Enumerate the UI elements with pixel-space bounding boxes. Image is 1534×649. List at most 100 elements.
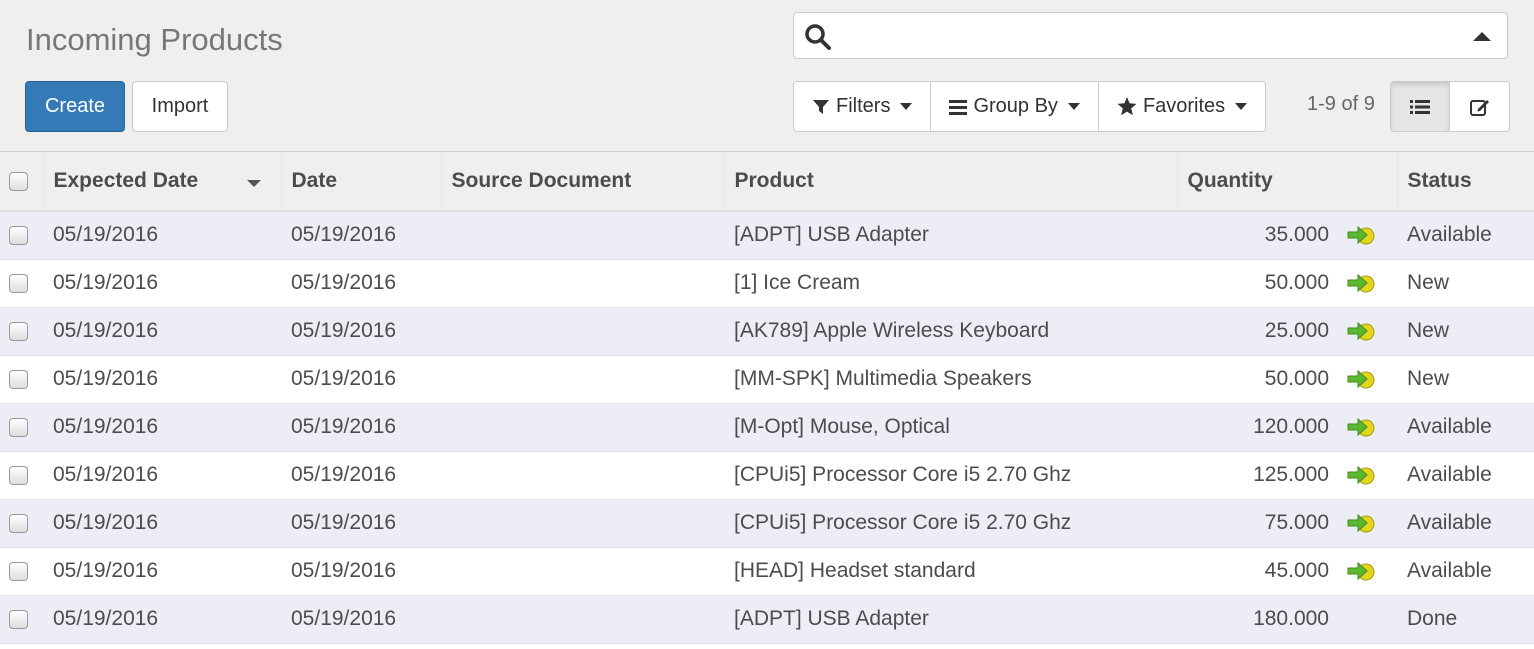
edit-icon	[1469, 99, 1489, 116]
row-checkbox[interactable]	[9, 465, 28, 485]
status-cell: Available	[1397, 403, 1534, 452]
green-arrow-icon[interactable]	[1347, 561, 1377, 581]
row-select-cell	[0, 403, 43, 452]
table-row[interactable]: 05/19/2016 05/19/2016 [ADPT] USB Adapter 18…	[0, 595, 1534, 644]
status-cell: Available	[1397, 451, 1534, 500]
row-action-slot	[1347, 511, 1397, 535]
column-header-status[interactable]: Status	[1397, 152, 1534, 212]
green-arrow-icon[interactable]	[1347, 321, 1377, 341]
quantity-cell: 125.000	[1177, 451, 1397, 500]
search-options-toggle-icon[interactable]	[1473, 32, 1491, 41]
favorites-button[interactable]: Favorites	[1099, 82, 1265, 131]
create-button[interactable]: Create	[25, 81, 125, 132]
row-checkbox[interactable]	[9, 369, 28, 389]
green-arrow-icon[interactable]	[1347, 465, 1377, 485]
column-label: Expected Date	[53, 169, 199, 192]
list-view-button[interactable]	[1391, 82, 1450, 131]
date-cell: 05/19/2016	[281, 547, 441, 596]
filters-label: Filters	[836, 95, 891, 117]
expected-date-cell: 05/19/2016	[43, 499, 281, 548]
table-row[interactable]: 05/19/2016 05/19/2016 [CPUi5] Processor Co…	[0, 451, 1534, 500]
pager-value[interactable]: 1-9 of 9	[1307, 93, 1375, 116]
status-cell: New	[1397, 259, 1534, 308]
row-select-cell	[0, 595, 43, 644]
quantity-cell: 180.000	[1177, 595, 1397, 644]
quantity-value: 180.000	[1253, 607, 1329, 630]
table-row[interactable]: 05/19/2016 05/19/2016 [ADPT] USB Adapter 35…	[0, 211, 1534, 260]
status-cell: Done	[1397, 595, 1534, 644]
date-cell: 05/19/2016	[281, 259, 441, 308]
chevron-down-icon	[900, 103, 913, 110]
table-row[interactable]: 05/19/2016 05/19/2016 [AK789] Apple Wirele…	[0, 307, 1534, 356]
source-document-cell	[441, 307, 724, 356]
quantity-value: 50.000	[1264, 271, 1329, 294]
product-cell: [AK789] Apple Wireless Keyboard	[724, 307, 1177, 356]
date-cell: 05/19/2016	[281, 355, 441, 404]
column-header-quantity[interactable]: Quantity	[1177, 152, 1398, 212]
table-row[interactable]: 05/19/2016 05/19/2016 [MM-SPK] Multimedia …	[0, 355, 1534, 404]
table-header-row: Expected Date Date Source Document Produ…	[0, 152, 1534, 212]
incoming-products-table: Expected Date Date Source Document Produ…	[0, 152, 1534, 644]
row-select-cell	[0, 547, 43, 596]
source-document-cell	[441, 355, 724, 404]
column-header-source-document[interactable]: Source Document	[441, 152, 725, 212]
expected-date-cell: 05/19/2016	[43, 451, 281, 500]
table-body: 05/19/2016 05/19/2016 [ADPT] USB Adapter 35…	[0, 211, 1534, 644]
table-row[interactable]: 05/19/2016 05/19/2016 [HEAD] Headset stand…	[0, 547, 1534, 596]
status-cell: Available	[1397, 547, 1534, 596]
row-action-slot	[1347, 607, 1397, 631]
product-cell: [MM-SPK] Multimedia Speakers	[724, 355, 1177, 404]
table-row[interactable]: 05/19/2016 05/19/2016 [CPUi5] Processor Co…	[0, 499, 1534, 548]
source-document-cell	[441, 451, 724, 500]
green-arrow-icon[interactable]	[1347, 273, 1377, 293]
column-header-date[interactable]: Date	[281, 152, 442, 212]
quantity-value: 25.000	[1264, 319, 1329, 342]
quantity-value: 35.000	[1264, 223, 1329, 247]
date-cell: 05/19/2016	[281, 211, 441, 260]
row-checkbox[interactable]	[9, 513, 28, 533]
quantity-value: 75.000	[1264, 511, 1329, 534]
expected-date-cell: 05/19/2016	[43, 355, 281, 404]
list-icon	[949, 99, 968, 115]
column-header-expected-date[interactable]: Expected Date	[43, 152, 282, 212]
group-by-button[interactable]: Group By	[931, 82, 1099, 131]
source-document-cell	[441, 595, 724, 644]
row-checkbox[interactable]	[9, 417, 28, 437]
source-document-cell	[441, 211, 724, 260]
status-cell: New	[1397, 307, 1534, 356]
row-checkbox[interactable]	[9, 561, 28, 581]
select-all-checkbox[interactable]	[9, 171, 28, 191]
product-cell: [CPUi5] Processor Core i5 2.70 Ghz	[724, 451, 1177, 500]
source-document-cell	[441, 547, 724, 596]
row-checkbox[interactable]	[9, 273, 28, 293]
row-select-cell	[0, 451, 43, 500]
filters-button[interactable]: Filters	[794, 82, 932, 131]
green-arrow-icon[interactable]	[1347, 369, 1377, 389]
row-checkbox[interactable]	[9, 226, 28, 246]
row-action-slot	[1347, 463, 1397, 487]
green-arrow-icon[interactable]	[1347, 417, 1377, 437]
row-checkbox[interactable]	[9, 321, 28, 341]
favorites-label: Favorites	[1142, 95, 1226, 117]
expected-date-cell: 05/19/2016	[43, 403, 281, 452]
quantity-value: 120.000	[1253, 415, 1329, 438]
quantity-cell: 50.000	[1177, 355, 1397, 404]
date-cell: 05/19/2016	[281, 403, 441, 452]
import-button[interactable]: Import	[132, 81, 228, 132]
green-arrow-icon[interactable]	[1347, 513, 1377, 533]
sort-descending-icon	[246, 180, 261, 187]
table-row[interactable]: 05/19/2016 05/19/2016 [M-Opt] Mouse, Optic…	[0, 403, 1534, 452]
expected-date-cell: 05/19/2016	[43, 259, 281, 308]
row-action-slot	[1347, 415, 1397, 439]
search-input[interactable]	[842, 19, 1442, 53]
quantity-cell: 35.000	[1177, 211, 1397, 260]
column-header-product[interactable]: Product	[724, 152, 1178, 212]
list-view: Expected Date Date Source Document Produ…	[0, 151, 1534, 649]
quantity-cell: 50.000	[1177, 259, 1397, 308]
form-view-button[interactable]	[1450, 82, 1509, 131]
green-arrow-icon[interactable]	[1347, 225, 1377, 245]
product-cell: [CPUi5] Processor Core i5 2.70 Ghz	[724, 499, 1177, 548]
row-checkbox[interactable]	[9, 609, 28, 629]
search-icon	[805, 24, 831, 50]
table-row[interactable]: 05/19/2016 05/19/2016 [1] Ice Cream 50.000 N…	[0, 259, 1534, 308]
